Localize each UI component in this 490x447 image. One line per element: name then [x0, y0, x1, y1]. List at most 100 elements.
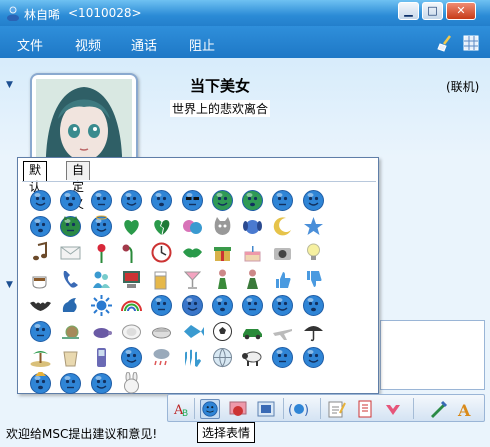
emoticon-party-icon[interactable] [26, 369, 55, 398]
emoticon-lightbulb-icon[interactable] [299, 238, 328, 267]
emoticon-person-icon[interactable] [208, 265, 237, 294]
emoticon-tongue-icon[interactable] [147, 186, 176, 215]
menu-block[interactable]: 阻止 [189, 35, 215, 54]
collapse-arrow-icon[interactable]: ▼ [6, 280, 13, 290]
emoticon-rose-icon[interactable] [87, 238, 116, 267]
emoticon-phone-icon[interactable] [56, 265, 85, 294]
maximize-button[interactable]: □ [422, 2, 443, 20]
gift-icon[interactable] [383, 399, 403, 419]
emoticon-eye-roll-icon[interactable] [299, 343, 328, 372]
emoticon-nerd-icon[interactable] [208, 186, 237, 215]
nudge-icon[interactable]: () [289, 399, 309, 419]
emoticon-sun-icon[interactable] [87, 291, 116, 320]
emoticon-beer-icon[interactable] [147, 265, 176, 294]
notepad-icon[interactable] [355, 399, 375, 419]
emoticon-hands-icon[interactable] [178, 343, 207, 372]
grid-tool-icon[interactable] [462, 34, 480, 52]
emoticon-envelope-icon[interactable] [56, 238, 85, 267]
emoticon-surprised-icon[interactable] [117, 186, 146, 215]
emoticon-music-note-icon[interactable] [26, 238, 55, 267]
emoticon-ashamed-icon[interactable] [268, 186, 297, 215]
emoticon-lips-icon[interactable] [178, 238, 207, 267]
emoticon-camera-icon[interactable] [268, 238, 297, 267]
emoticon-dish-icon[interactable] [147, 317, 176, 346]
clean-brush-icon[interactable] [436, 34, 454, 52]
emoticon-cocktail-icon[interactable] [178, 265, 207, 294]
emoticon-cup-icon[interactable] [56, 343, 85, 372]
emoticon-broken-heart-icon[interactable] [147, 212, 176, 241]
handwrite-icon[interactable] [428, 399, 448, 419]
emoticon-cat-icon[interactable] [208, 212, 237, 241]
emoticon-people-icon[interactable] [87, 265, 116, 294]
emoticon-thinking-icon[interactable] [238, 291, 267, 320]
menu-video[interactable]: 视频 [75, 35, 101, 54]
emoticon-sad-icon[interactable] [26, 212, 55, 241]
toolbar-separator [283, 398, 284, 419]
title-bar: 林自唏 <1010028> ▁ □ ✕ [0, 0, 490, 26]
emoticon-fish-icon[interactable] [178, 317, 207, 346]
emoticon-thumbs-up-icon[interactable] [268, 265, 297, 294]
emoticon-globe-icon[interactable] [208, 343, 237, 372]
emoticon-devil-icon[interactable] [56, 212, 85, 241]
emoticon-plate-icon[interactable] [117, 317, 146, 346]
background-icon[interactable] [256, 399, 276, 419]
menu-call[interactable]: 通话 [131, 35, 157, 54]
emoticon-confused-icon[interactable] [299, 186, 328, 215]
emoticon-couple-icon[interactable] [178, 212, 207, 241]
emoticon-angry-red-icon[interactable] [178, 291, 207, 320]
emoticon-wink-icon[interactable] [87, 186, 116, 215]
emoticon-umbrella-icon[interactable] [299, 317, 328, 346]
emoticon-crying-icon[interactable] [147, 291, 176, 320]
emoticon-pray-icon[interactable] [87, 369, 116, 398]
emoticon-sunglasses-icon[interactable] [178, 186, 207, 215]
emoticon-car-icon[interactable] [238, 317, 267, 346]
text-style-icon[interactable]: A [455, 399, 475, 419]
emoticon-secret-icon[interactable] [56, 369, 85, 398]
menu-file[interactable]: 文件 [17, 35, 43, 54]
emoticon-airplane-icon[interactable] [268, 317, 297, 346]
emoticon-icon[interactable] [200, 399, 220, 419]
draw-icon[interactable] [326, 399, 346, 419]
emoticon-island-icon[interactable] [26, 343, 55, 372]
message-input[interactable] [380, 320, 485, 390]
collapse-arrow-icon[interactable]: ▼ [6, 80, 13, 90]
emoticon-moody-icon[interactable] [117, 343, 146, 372]
emoticon-wilted-rose-icon[interactable] [117, 238, 146, 267]
emoticon-bunny-icon[interactable] [117, 369, 146, 398]
emoticon-angry-icon[interactable] [238, 186, 267, 215]
wink-icon[interactable] [228, 399, 248, 419]
close-button[interactable]: ✕ [446, 2, 476, 20]
emoticon-turtle-icon[interactable] [87, 317, 116, 346]
emoticon-clock-icon[interactable] [147, 238, 176, 267]
minimize-button[interactable]: ▁ [398, 2, 419, 20]
emoticon-rainbow-icon[interactable] [117, 291, 146, 320]
emoticon-goat-icon[interactable] [56, 291, 85, 320]
emoticon-angel-icon[interactable] [87, 212, 116, 241]
emoticon-gift-icon[interactable] [208, 238, 237, 267]
emoticon-sheep-icon[interactable] [238, 343, 267, 372]
emoticon-cellphone-icon[interactable] [87, 343, 116, 372]
emoticon-green-heart-icon[interactable] [117, 212, 146, 241]
emoticon-thumbs-down-icon[interactable] [299, 265, 328, 294]
emoticon-snail-icon[interactable] [56, 317, 85, 346]
emoticon-computer-icon[interactable] [117, 265, 146, 294]
emoticon-dog-icon[interactable] [238, 212, 267, 241]
emoticon-happy-icon[interactable] [56, 186, 85, 215]
emoticon-star-icon[interactable] [299, 212, 328, 241]
emoticon-bat-icon[interactable] [26, 291, 55, 320]
emoticon-coffee-icon[interactable] [26, 265, 55, 294]
emoticon-soccer-ball-icon[interactable] [208, 317, 237, 346]
emoticon-cake-icon[interactable] [238, 238, 267, 267]
emoticon-blushing-icon[interactable] [268, 291, 297, 320]
emoticon-sleepy-icon[interactable] [26, 317, 55, 346]
emoticon-smile-icon[interactable] [26, 186, 55, 215]
emoticon-embarrassed-icon[interactable] [208, 291, 237, 320]
emoticon-girl-icon[interactable] [238, 265, 267, 294]
tab-default[interactable]: 默 认 [23, 161, 48, 194]
font-icon[interactable]: AB [171, 399, 191, 419]
emoticon-yawn-icon[interactable] [268, 343, 297, 372]
emoticon-evil-grin-icon[interactable] [299, 291, 328, 320]
tab-custom[interactable]: 自定义 [66, 161, 91, 211]
emoticon-moon-icon[interactable] [268, 212, 297, 241]
emoticon-rain-icon[interactable] [147, 343, 176, 372]
